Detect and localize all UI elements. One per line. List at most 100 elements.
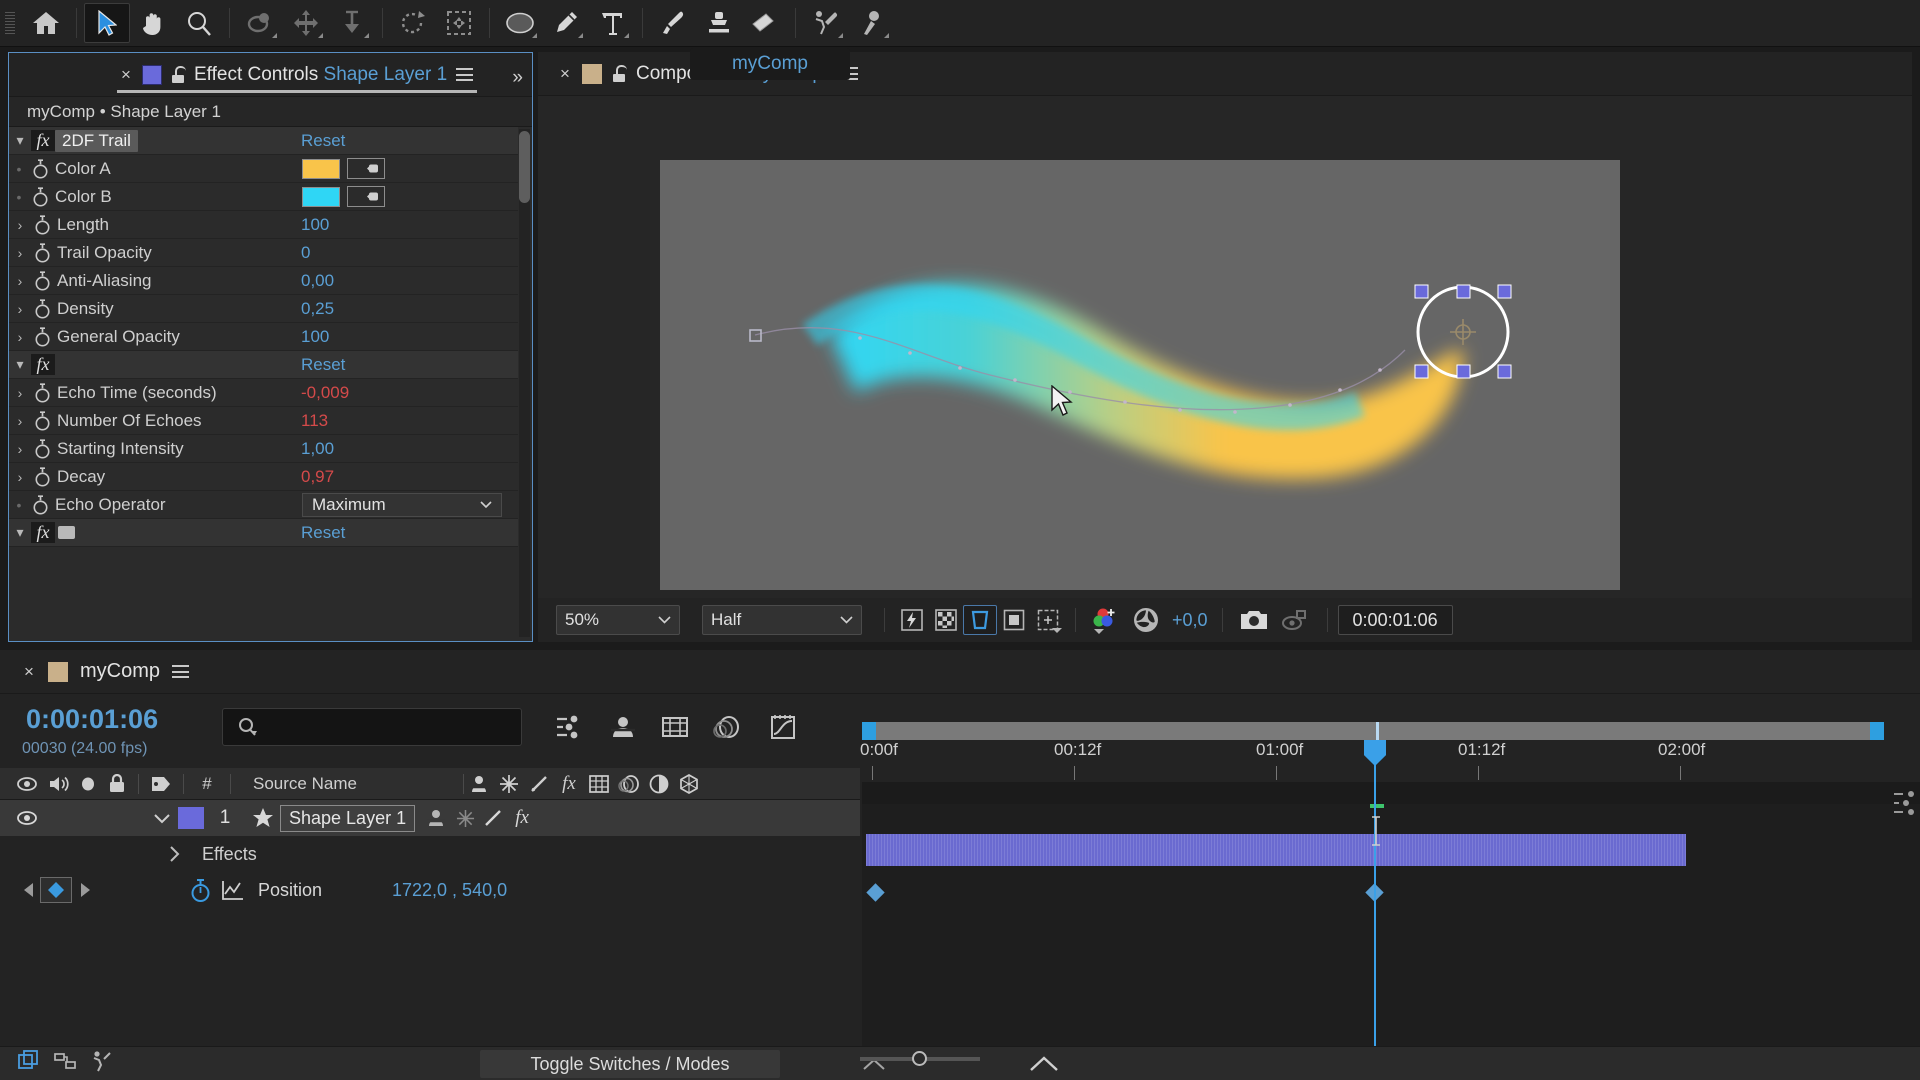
graph-editor-property-icon[interactable] (216, 879, 250, 901)
orbit-tool[interactable] (237, 3, 283, 43)
comp-flowchart-button[interactable] (1892, 790, 1918, 816)
twirl-icon[interactable]: ▾ (9, 132, 31, 149)
keyframe-marker[interactable] (866, 883, 885, 902)
effect-group-header[interactable]: ▾ fx 2DF Trail Reset (9, 127, 518, 155)
show-snapshot-icon[interactable] (1275, 605, 1317, 635)
effect-param-row[interactable]: › Trail Opacity 0 (9, 239, 518, 267)
effect-reset-button[interactable]: Reset (301, 131, 345, 151)
dolly-tool[interactable] (329, 3, 375, 43)
param-value[interactable]: 100 (301, 327, 329, 347)
search-input[interactable] (222, 708, 522, 746)
effect-group-header[interactable]: ▾ fx Reset (9, 351, 518, 379)
rotation-tool[interactable] (390, 3, 436, 43)
region-of-interest-icon[interactable] (963, 605, 997, 635)
transparency-grid-icon[interactable] (929, 605, 963, 635)
eyedropper-icon[interactable] (347, 186, 385, 207)
toolbar-grip[interactable] (5, 10, 15, 36)
viewer-timecode[interactable]: 0:00:01:06 (1337, 605, 1453, 635)
effect-name[interactable]: 2DF Trail (55, 129, 138, 152)
zoom-in-icon[interactable] (1030, 1051, 1058, 1077)
effects-switch-icon[interactable]: fx (554, 773, 584, 795)
keyframe-indicator[interactable] (40, 877, 72, 903)
panel-menu-icon[interactable] (456, 68, 474, 81)
effect-fx-icon[interactable]: fx (31, 522, 55, 543)
scrollbar-track[interactable] (519, 129, 530, 637)
column-header-index[interactable]: # (184, 774, 230, 794)
property-value[interactable]: 1722,0 , 540,0 (392, 880, 507, 901)
effects-twirl-icon[interactable] (160, 846, 188, 862)
tab-effect-controls[interactable]: × Effect Controls Shape Layer 1 (9, 53, 481, 97)
shape-tool[interactable] (497, 3, 543, 43)
motion-blur-switch-icon[interactable] (614, 774, 644, 794)
effect-param-row[interactable]: › Density 0,25 (9, 295, 518, 323)
anchor-point-tool[interactable] (436, 3, 482, 43)
close-icon[interactable]: × (558, 65, 572, 82)
effect-param-row[interactable]: › Length 100 (9, 211, 518, 239)
effect-param-row[interactable]: › Decay 0,97 (9, 463, 518, 491)
pen-tool[interactable] (543, 3, 589, 43)
effect-param-row[interactable]: › General Opacity 100 (9, 323, 518, 351)
work-area-start-handle[interactable] (862, 722, 876, 740)
param-value[interactable]: 100 (301, 215, 329, 235)
param-value[interactable]: 0,00 (301, 271, 334, 291)
motion-sketch-icon[interactable] (90, 1050, 112, 1077)
current-timecode[interactable]: 0:00:01:06 (26, 704, 158, 735)
close-icon[interactable]: × (22, 663, 36, 680)
hide-shy-layers-icon[interactable] (606, 710, 640, 744)
resolution-select[interactable]: Half (702, 605, 862, 635)
lock-icon[interactable] (102, 774, 132, 793)
effect-fx-icon[interactable]: fx (31, 354, 55, 375)
effect-param-row[interactable]: › Anti-Aliasing 0,00 (9, 267, 518, 295)
frame-blending-icon[interactable] (658, 710, 692, 744)
twirl-icon[interactable]: › (9, 329, 31, 345)
stopwatch-icon[interactable] (31, 326, 53, 347)
timeline-layer-tracks[interactable] (862, 782, 1920, 1074)
roto-brush-tool[interactable] (803, 3, 849, 43)
home-icon[interactable] (23, 3, 69, 43)
column-header-source-name[interactable]: Source Name (253, 774, 453, 794)
param-value[interactable]: -0,009 (301, 383, 349, 403)
layer-duration-bar[interactable] (866, 834, 1686, 866)
layer-collapse-switch[interactable] (451, 809, 479, 828)
timeline-graph-area[interactable]: 0:00f 00:12f 01:00f 01:12f 02:00f (860, 694, 1920, 1074)
stopwatch-icon[interactable] (31, 382, 53, 403)
exposure-aperture-icon[interactable] (1126, 605, 1166, 635)
table-row[interactable]: 1 Shape Layer 1 fx (0, 800, 860, 836)
twirl-icon[interactable]: › (9, 413, 31, 429)
lock-icon[interactable] (171, 66, 186, 83)
fast-previews-icon[interactable] (895, 605, 929, 635)
composition-stage[interactable] (538, 100, 1912, 595)
param-value[interactable]: 1,00 (301, 439, 334, 459)
param-value[interactable]: 0 (301, 243, 310, 263)
eraser-tool[interactable] (742, 3, 788, 43)
twirl-icon[interactable]: ▾ (9, 356, 31, 373)
label-icon[interactable] (139, 774, 183, 794)
keyframe-prev-icon[interactable] (16, 882, 40, 898)
list-item[interactable]: Effects (0, 836, 860, 872)
time-ruler[interactable]: 0:00f 00:12f 01:00f 01:12f 02:00f (860, 740, 1920, 782)
effect-param-row[interactable]: › Number Of Echoes 113 (9, 407, 518, 435)
twirl-icon[interactable]: › (9, 469, 31, 485)
effect-controls-scroll-area[interactable]: ▾ fx 2DF Trail Reset • Color A • Color B › Length… (9, 127, 532, 641)
close-icon[interactable]: × (119, 66, 133, 83)
effect-reset-button[interactable]: Reset (301, 523, 345, 543)
param-value[interactable]: 0,97 (301, 467, 334, 487)
layer-label-color[interactable] (178, 807, 204, 829)
scrollbar-thumb[interactable] (519, 131, 530, 203)
stopwatch-icon[interactable] (31, 410, 53, 431)
mask-shape-icon[interactable] (997, 605, 1031, 635)
stopwatch-icon[interactable] (31, 242, 53, 263)
stopwatch-icon[interactable] (31, 270, 53, 291)
composition-mini-flowchart-icon[interactable] (552, 710, 586, 744)
pan-tool[interactable] (283, 3, 329, 43)
panel-menu-icon[interactable] (172, 665, 190, 678)
zoom-level-select[interactable]: 50% (556, 605, 680, 635)
effect-group-header[interactable]: ▾ fx Reset (9, 519, 518, 547)
stopwatch-icon[interactable] (29, 158, 51, 179)
twirl-icon[interactable]: › (9, 301, 31, 317)
color-swatch[interactable] (302, 158, 340, 179)
audio-icon[interactable] (44, 775, 74, 793)
layer-shy-switch[interactable] (421, 808, 451, 828)
selection-tool[interactable] (84, 3, 130, 43)
hand-tool[interactable] (130, 3, 176, 43)
